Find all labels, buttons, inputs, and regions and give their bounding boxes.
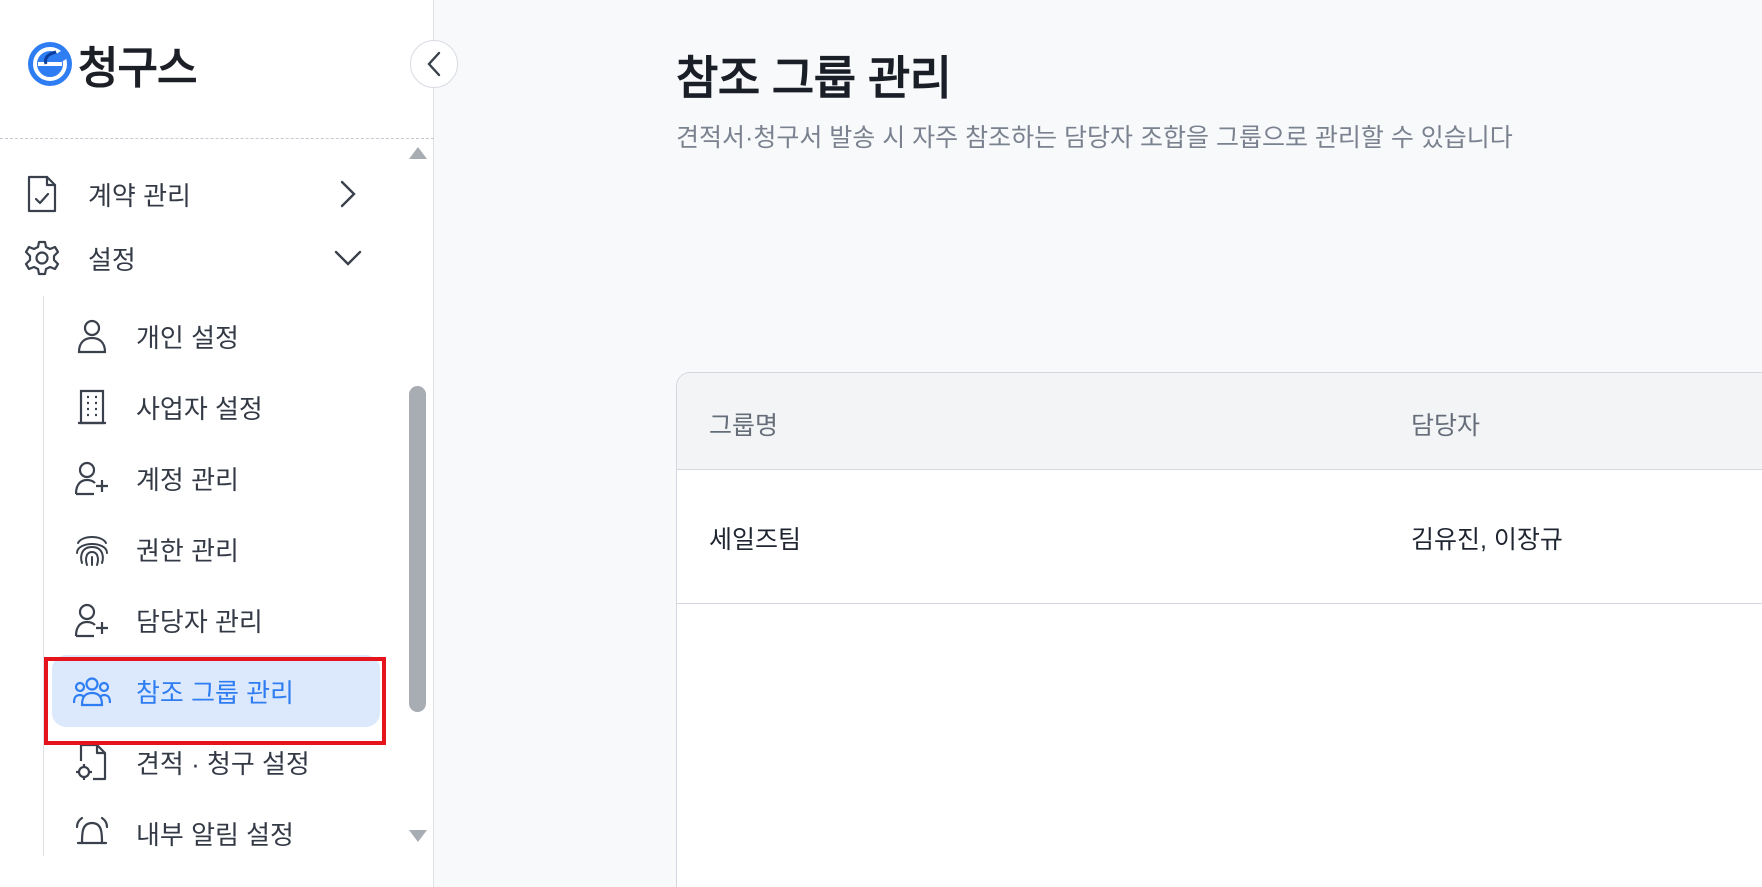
chevron-down-icon (328, 238, 368, 278)
sidebar-item-reference-group[interactable]: 참조 그룹 관리 (52, 655, 380, 727)
sidebar-item-label: 계약 관리 (88, 180, 191, 211)
user-plus-icon (72, 458, 112, 498)
building-icon (72, 387, 112, 427)
file-check-icon (22, 174, 62, 214)
sidebar: 청구스 계약 관리 설정 개인 설정 사업자 설정 계정 관리 권한 관리 담당… (0, 0, 434, 887)
sidebar-item-business-settings[interactable]: 사업자 설정 (52, 371, 380, 443)
gear-icon (22, 238, 62, 278)
fingerprint-icon (72, 529, 112, 569)
scrollbar-thumb[interactable] (409, 386, 426, 712)
logo-icon (28, 42, 72, 86)
bell-icon (72, 813, 112, 853)
sidebar-item-contracts[interactable]: 계약 관리 (22, 166, 368, 222)
scroll-up-arrow[interactable] (409, 147, 427, 159)
sidebar-item-quote-billing-settings[interactable]: 견적 · 청구 설정 (52, 726, 380, 798)
sidebar-item-label: 참조 그룹 관리 (136, 677, 294, 708)
column-header-group-name[interactable]: 그룹명 (709, 406, 778, 442)
divider (0, 138, 434, 139)
users-group-icon (72, 671, 112, 711)
sidebar-item-label: 계정 관리 (136, 464, 239, 495)
user-icon (72, 316, 112, 356)
sidebar-item-personal-settings[interactable]: 개인 설정 (52, 300, 380, 372)
cell-managers: 김유진, 이장규 (1411, 526, 1563, 554)
chevron-right-icon (328, 174, 368, 214)
sidebar-collapse-button[interactable] (410, 40, 458, 88)
sidebar-item-label: 내부 알림 설정 (136, 819, 294, 850)
sidebar-item-label: 사업자 설정 (136, 393, 263, 424)
table-row[interactable]: 세일즈팀 김유진, 이장규 (677, 470, 1762, 604)
cell-group-name: 세일즈팀 (709, 526, 802, 554)
reference-group-table: 그룹명 담당자 세일즈팀 김유진, 이장규 (676, 372, 1762, 887)
sidebar-item-label: 개인 설정 (136, 322, 239, 353)
app-logo[interactable]: 청구스 (26, 38, 197, 93)
sidebar-item-permission-management[interactable]: 권한 관리 (52, 513, 380, 585)
scroll-down-arrow[interactable] (409, 830, 427, 842)
column-header-managers[interactable]: 담당자 (1411, 406, 1480, 442)
sidebar-item-label: 권한 관리 (136, 535, 239, 566)
page-title: 참조 그룹 관리 (676, 52, 952, 104)
chevron-left-icon (426, 51, 442, 77)
page-description: 견적서·청구서 발송 시 자주 참조하는 담당자 조합을 그룹으로 관리할 수 … (676, 124, 1513, 152)
sidebar-item-account-management[interactable]: 계정 관리 (52, 442, 380, 514)
user-plus-icon (72, 600, 112, 640)
sidebar-item-manager-management[interactable]: 담당자 관리 (52, 584, 380, 656)
sidebar-item-label: 견적 · 청구 설정 (136, 748, 310, 779)
table-header: 그룹명 담당자 (677, 373, 1762, 470)
submenu-guide-line (43, 296, 44, 856)
sidebar-item-internal-notification-settings[interactable]: 내부 알림 설정 (52, 797, 380, 860)
app-name: 청구스 (78, 44, 197, 93)
file-gear-icon (72, 742, 112, 782)
sidebar-item-label: 설정 (88, 244, 136, 275)
main-content: 참조 그룹 관리 견적서·청구서 발송 시 자주 참조하는 담당자 조합을 그룹… (435, 0, 1762, 887)
sidebar-nav: 계약 관리 설정 개인 설정 사업자 설정 계정 관리 권한 관리 담당자 관리… (0, 140, 434, 860)
sidebar-item-settings[interactable]: 설정 (22, 230, 368, 286)
sidebar-item-label: 담당자 관리 (136, 606, 263, 637)
